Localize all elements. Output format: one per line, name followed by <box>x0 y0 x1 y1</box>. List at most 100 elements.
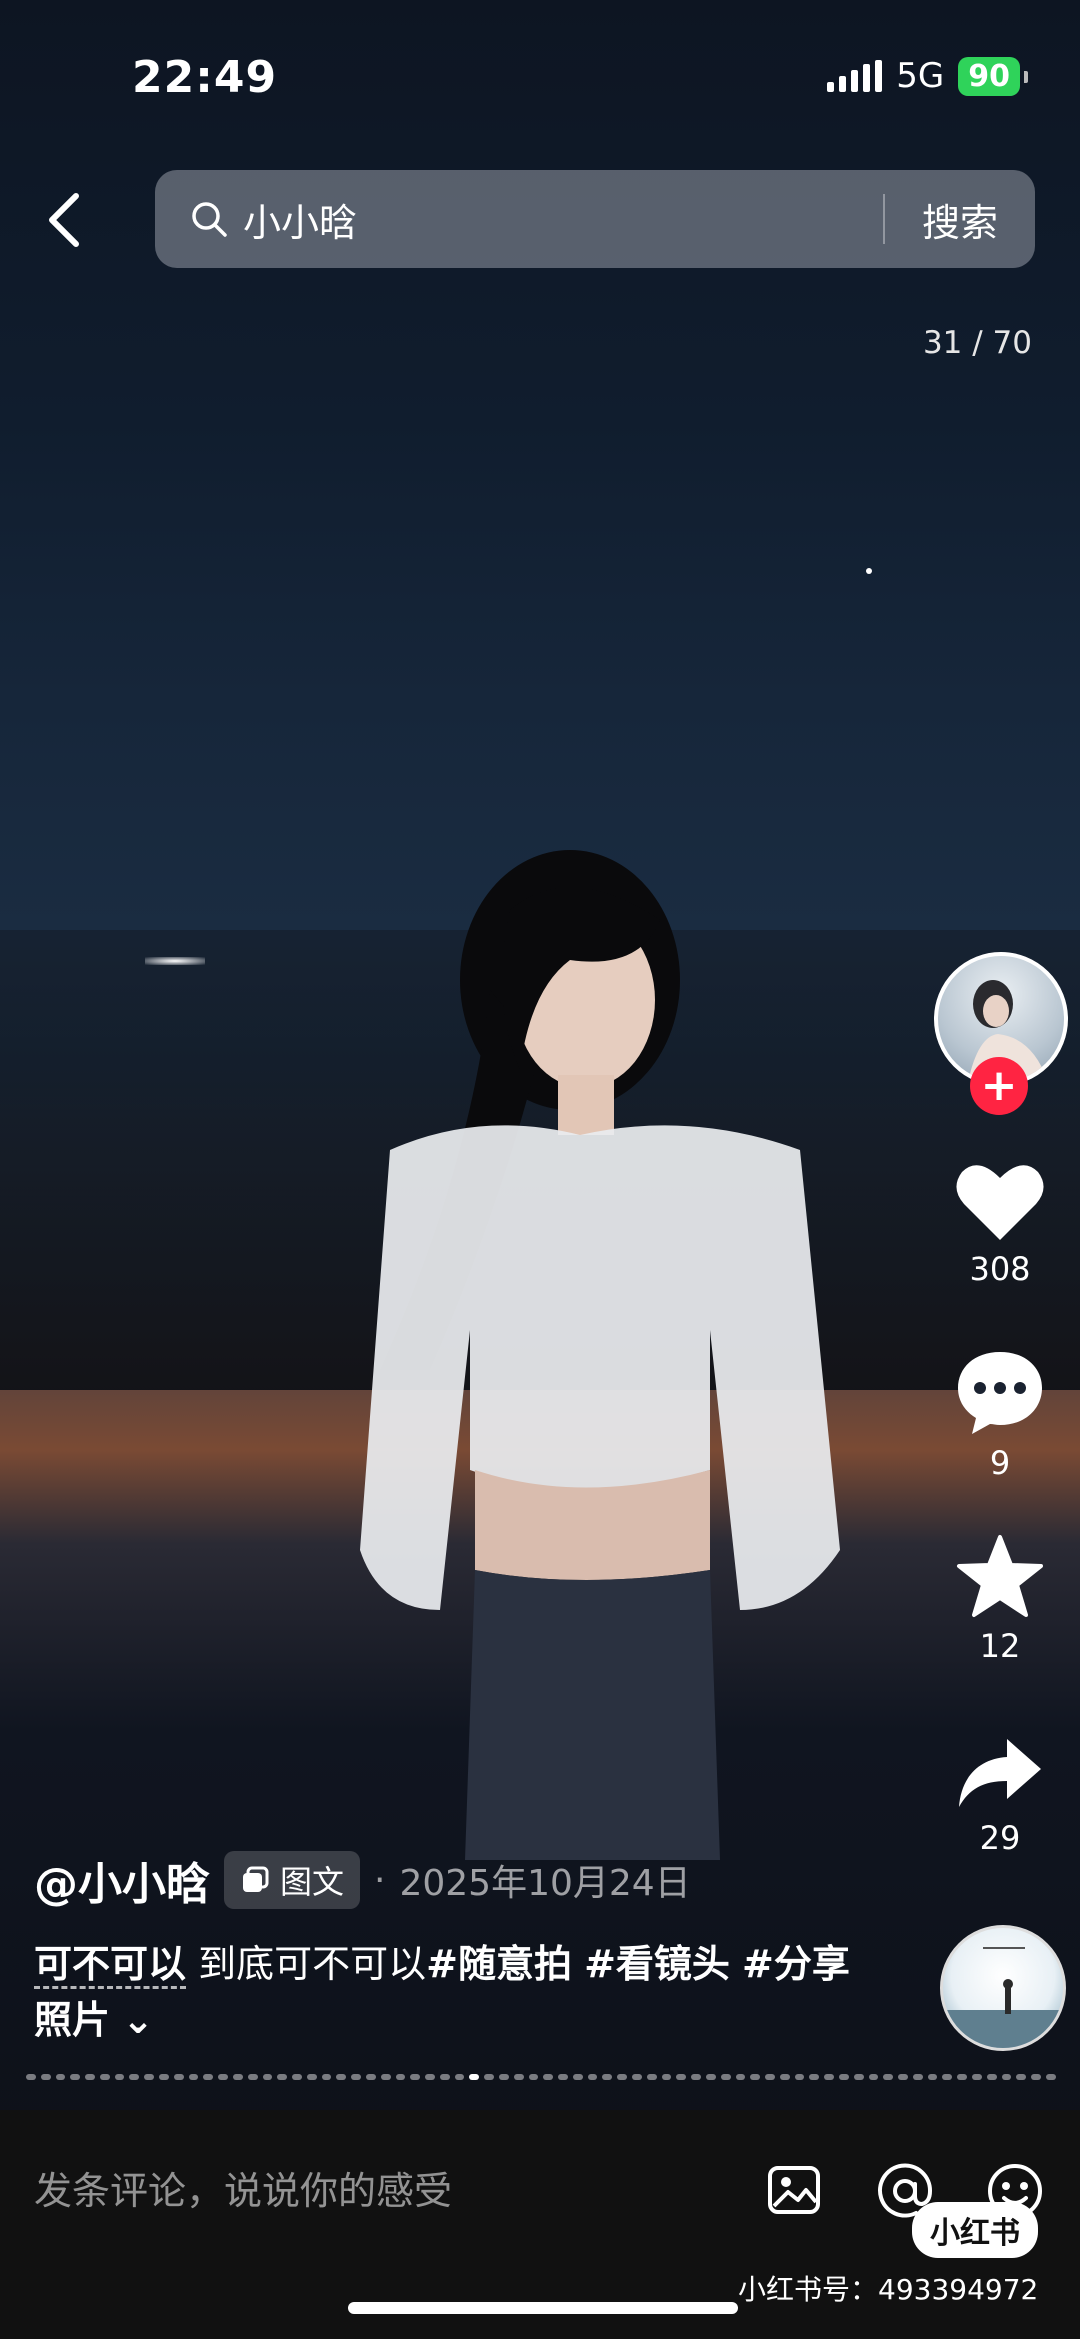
progress-dot <box>203 2074 214 2080</box>
progress-dot <box>572 2074 583 2080</box>
star-dot <box>866 568 872 574</box>
signal-icon <box>827 60 883 92</box>
progress-dot <box>173 2074 184 2080</box>
progress-dot <box>528 2074 539 2080</box>
back-arrow-icon[interactable] <box>40 190 90 250</box>
hashtag[interactable]: #随意拍 <box>426 1942 572 1986</box>
progress-dot <box>380 2074 391 2080</box>
progress-dot <box>676 2074 687 2080</box>
comment-action[interactable]: 9 <box>940 1348 1060 1482</box>
music-disc[interactable] <box>940 1925 1066 2051</box>
progress-dot <box>691 2074 701 2080</box>
progress-dot <box>957 2074 967 2080</box>
progress-dot <box>232 2074 243 2080</box>
post-viewer-screen: 22:49 5G 90 小小晗 搜索 31 / 70 + 308 9 12 29… <box>0 0 1080 2339</box>
post-type-label: 图文 <box>280 1863 345 1901</box>
progress-dot <box>883 2074 894 2080</box>
progress-dot <box>144 2074 155 2080</box>
progress-dot <box>439 2074 450 2080</box>
expand-caption-icon[interactable]: ⌄ <box>122 1998 154 2042</box>
progress-dot <box>543 2074 554 2080</box>
progress-dot <box>750 2074 761 2080</box>
music-cover-icon <box>943 1947 1063 2048</box>
search-button[interactable]: 搜索 <box>885 192 1035 247</box>
progress-dot <box>513 2074 524 2080</box>
progress-dot <box>277 2074 288 2080</box>
post-caption[interactable]: 可不可以 到底可不可以#随意拍 #看镜头 #分享照片 ⌄ <box>34 1936 854 2048</box>
progress-dot <box>218 2074 228 2080</box>
progress-dot <box>838 2074 849 2080</box>
status-time: 22:49 <box>132 52 278 103</box>
like-action[interactable]: 308 <box>940 1160 1060 1288</box>
star-icon <box>957 1535 1043 1617</box>
progress-dot <box>306 2074 317 2080</box>
comment-bubble-icon <box>958 1352 1042 1434</box>
progress-dot <box>425 2074 435 2080</box>
like-count: 308 <box>969 1250 1031 1288</box>
progress-dot <box>247 2074 258 2080</box>
progress-dot <box>824 2074 834 2080</box>
progress-dot <box>720 2074 731 2080</box>
progress-dot <box>99 2074 110 2080</box>
progress-dot <box>1031 2074 1041 2080</box>
share-count: 29 <box>979 1819 1021 1857</box>
progress-dot <box>1001 2074 1012 2080</box>
hashtag[interactable]: #看镜头 <box>584 1942 730 1986</box>
progress-dot <box>499 2074 509 2080</box>
progress-dot <box>1045 2074 1056 2080</box>
progress-dot <box>927 2074 938 2080</box>
battery-icon: 90 <box>958 56 1028 96</box>
image-counter: 31 / 70 <box>922 325 1032 361</box>
distant-lights <box>145 957 205 965</box>
progress-dot <box>351 2074 361 2080</box>
progress-dot <box>188 2074 199 2080</box>
author-name[interactable]: @小小晗 <box>34 1848 210 1912</box>
progress-dot <box>262 2074 273 2080</box>
photo-subject <box>360 850 840 1860</box>
progress-dot <box>809 2074 820 2080</box>
battery-level: 90 <box>968 58 1010 94</box>
progress-dot <box>292 2074 302 2080</box>
progress-dot <box>587 2074 598 2080</box>
post-text: 到底可不可以 <box>198 1942 427 1986</box>
heart-icon <box>956 1165 1044 1240</box>
progress-dot <box>484 2074 494 2080</box>
progress-dot <box>558 2074 568 2080</box>
progress-dot <box>912 2074 923 2080</box>
follow-button[interactable]: + <box>970 1057 1028 1115</box>
post-date: 2025年10月24日 <box>399 1863 691 1904</box>
date-separator: · <box>374 1859 386 1901</box>
progress-dot <box>55 2074 66 2080</box>
progress-dot <box>942 2074 953 2080</box>
progress-dot <box>1016 2074 1027 2080</box>
progress-dot <box>868 2074 879 2080</box>
progress-dot <box>661 2074 672 2080</box>
search-query[interactable]: 小小晗 <box>243 192 883 247</box>
comment-count: 9 <box>989 1444 1011 1482</box>
watermark-id: 小红书号：493394972 <box>738 2273 1039 2306</box>
favorite-action[interactable]: 12 <box>940 1533 1060 1665</box>
watermark-logo: 小红书 <box>912 2202 1038 2258</box>
search-bar[interactable]: 小小晗 搜索 <box>155 170 1035 268</box>
progress-dot <box>70 2074 81 2080</box>
search-icon <box>192 202 227 237</box>
share-arrow-icon <box>959 1739 1041 1807</box>
progress-dot <box>321 2074 332 2080</box>
favorite-count: 12 <box>979 1627 1021 1665</box>
share-action[interactable]: 29 <box>940 1735 1060 1857</box>
progress-dot <box>646 2074 657 2080</box>
progress-dot <box>602 2074 613 2080</box>
progress-dot <box>853 2074 864 2080</box>
progress-dot <box>40 2074 51 2080</box>
progress-dot <box>735 2074 746 2080</box>
image-progress-dots <box>26 2074 1056 2082</box>
progress-dot <box>972 2074 982 2080</box>
progress-dot <box>410 2074 421 2080</box>
image-picker-icon[interactable] <box>766 2162 822 2218</box>
progress-dot <box>898 2074 908 2080</box>
comment-input[interactable]: 发条评论，说说你的感受 <box>34 2160 452 2215</box>
status-indicators: 5G 90 <box>827 56 1028 96</box>
progress-dot <box>705 2074 716 2080</box>
progress-dot <box>159 2074 169 2080</box>
progress-dot <box>365 2074 376 2080</box>
